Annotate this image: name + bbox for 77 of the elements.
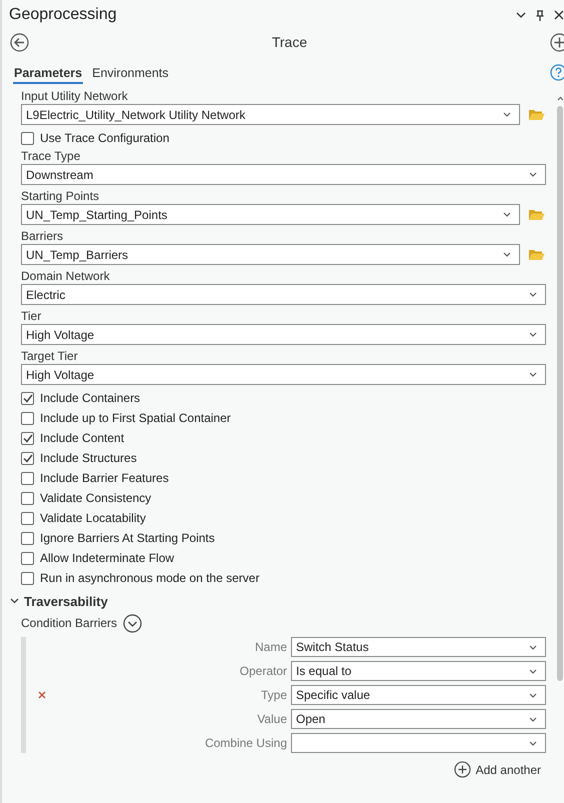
parameter-label: Trace Type: [21, 148, 82, 164]
checkbox[interactable]: [21, 452, 34, 464]
checkbox-label: Allow Indeterminate Flow: [40, 551, 174, 565]
parameter-label: Input Utility Network: [21, 88, 129, 104]
dropdown-field[interactable]: L9Electric_Utility_Network Utility Network: [21, 104, 520, 125]
checkbox[interactable]: [21, 132, 34, 144]
caret-icon: [529, 740, 537, 746]
dropdown-field[interactable]: Open: [291, 709, 546, 729]
dropdown-field[interactable]: Switch Status: [291, 637, 546, 657]
checkbox[interactable]: [21, 572, 34, 584]
checkbox-label: Use Trace Configuration: [40, 131, 170, 145]
checkbox[interactable]: [21, 472, 34, 484]
dropdown-field[interactable]: UN_Temp_Starting_Points: [21, 204, 520, 225]
remove-icon[interactable]: [38, 691, 46, 699]
dropdown-field[interactable]: Is equal to: [291, 661, 546, 681]
section-title: Traversability: [24, 594, 108, 608]
checkbox[interactable]: [21, 432, 34, 444]
caret-icon: [529, 716, 537, 722]
dropdown-field[interactable]: Electric: [21, 284, 546, 305]
checkbox-label: Ignore Barriers At Starting Points: [40, 531, 215, 545]
checkbox-label: Validate Consistency: [40, 491, 152, 505]
scrollbar-thumb[interactable]: [557, 106, 563, 681]
caret-icon: [503, 112, 511, 117]
caret-icon: [529, 668, 537, 674]
tab[interactable]: Parameters: [13, 66, 84, 84]
caret-icon: [529, 644, 537, 650]
add-icon[interactable]: [550, 32, 564, 52]
checkbox-label: Run in asynchronous mode on the server: [40, 571, 260, 585]
parameter-label: Condition Barriers: [21, 616, 118, 630]
checkbox[interactable]: [21, 532, 34, 544]
caret-icon: [529, 332, 537, 337]
caret-icon: [529, 292, 537, 297]
dropdown-field[interactable]: [291, 733, 546, 753]
field-label: Operator: [238, 664, 287, 678]
close-icon[interactable]: [554, 10, 564, 20]
checkbox-label: Include Barrier Features: [40, 471, 169, 485]
caret-icon: [503, 252, 511, 257]
parameter-label: Target Tier: [21, 348, 79, 364]
dropdown-field[interactable]: Specific value: [291, 685, 546, 705]
window-title: Geoprocessing: [9, 6, 117, 24]
expand-icon[interactable]: [10, 598, 19, 604]
checkbox[interactable]: [21, 512, 34, 524]
checkbox[interactable]: [21, 392, 34, 404]
field-label: Combine Using: [204, 736, 287, 750]
checkbox-label: Validate Locatability: [40, 511, 146, 525]
parameter-label: Tier: [21, 308, 42, 324]
dropdown-field[interactable]: Downstream: [21, 164, 546, 185]
field-label: Name: [254, 640, 287, 654]
dropdown-field[interactable]: UN_Temp_Barriers: [21, 244, 520, 265]
caret-icon: [529, 692, 537, 698]
caret-icon: [529, 172, 537, 177]
field-label: Value: [256, 712, 287, 726]
checkbox-label: Include Structures: [40, 451, 137, 465]
parameter-label: Barriers: [21, 228, 64, 244]
checkbox[interactable]: [21, 552, 34, 564]
field-label: Type: [260, 688, 287, 702]
help-icon[interactable]: [550, 64, 564, 80]
chevron-down-icon[interactable]: [516, 12, 526, 18]
back-icon[interactable]: [10, 32, 29, 52]
checkbox[interactable]: [21, 492, 34, 504]
tool-title: Trace: [272, 34, 308, 50]
caret-icon: [503, 212, 511, 217]
dropdown-field[interactable]: High Voltage: [21, 364, 546, 385]
scroll-up-icon[interactable]: [556, 96, 564, 101]
parameter-label: Starting Points: [21, 188, 100, 204]
checkbox[interactable]: [21, 412, 34, 424]
checkbox-label: Include Containers: [40, 391, 140, 405]
pin-icon[interactable]: [536, 10, 544, 20]
checkbox-label: Include Content: [40, 431, 124, 445]
tab[interactable]: Environments: [91, 66, 170, 84]
parameter-label: Domain Network: [21, 268, 111, 284]
add-icon: [454, 761, 471, 778]
add-another-button[interactable]: Add another: [454, 761, 541, 778]
collapse-icon[interactable]: [123, 614, 142, 632]
dropdown-field[interactable]: High Voltage: [21, 324, 546, 345]
caret-icon: [529, 372, 537, 377]
checkbox-label: Include up to First Spatial Container: [40, 411, 231, 425]
